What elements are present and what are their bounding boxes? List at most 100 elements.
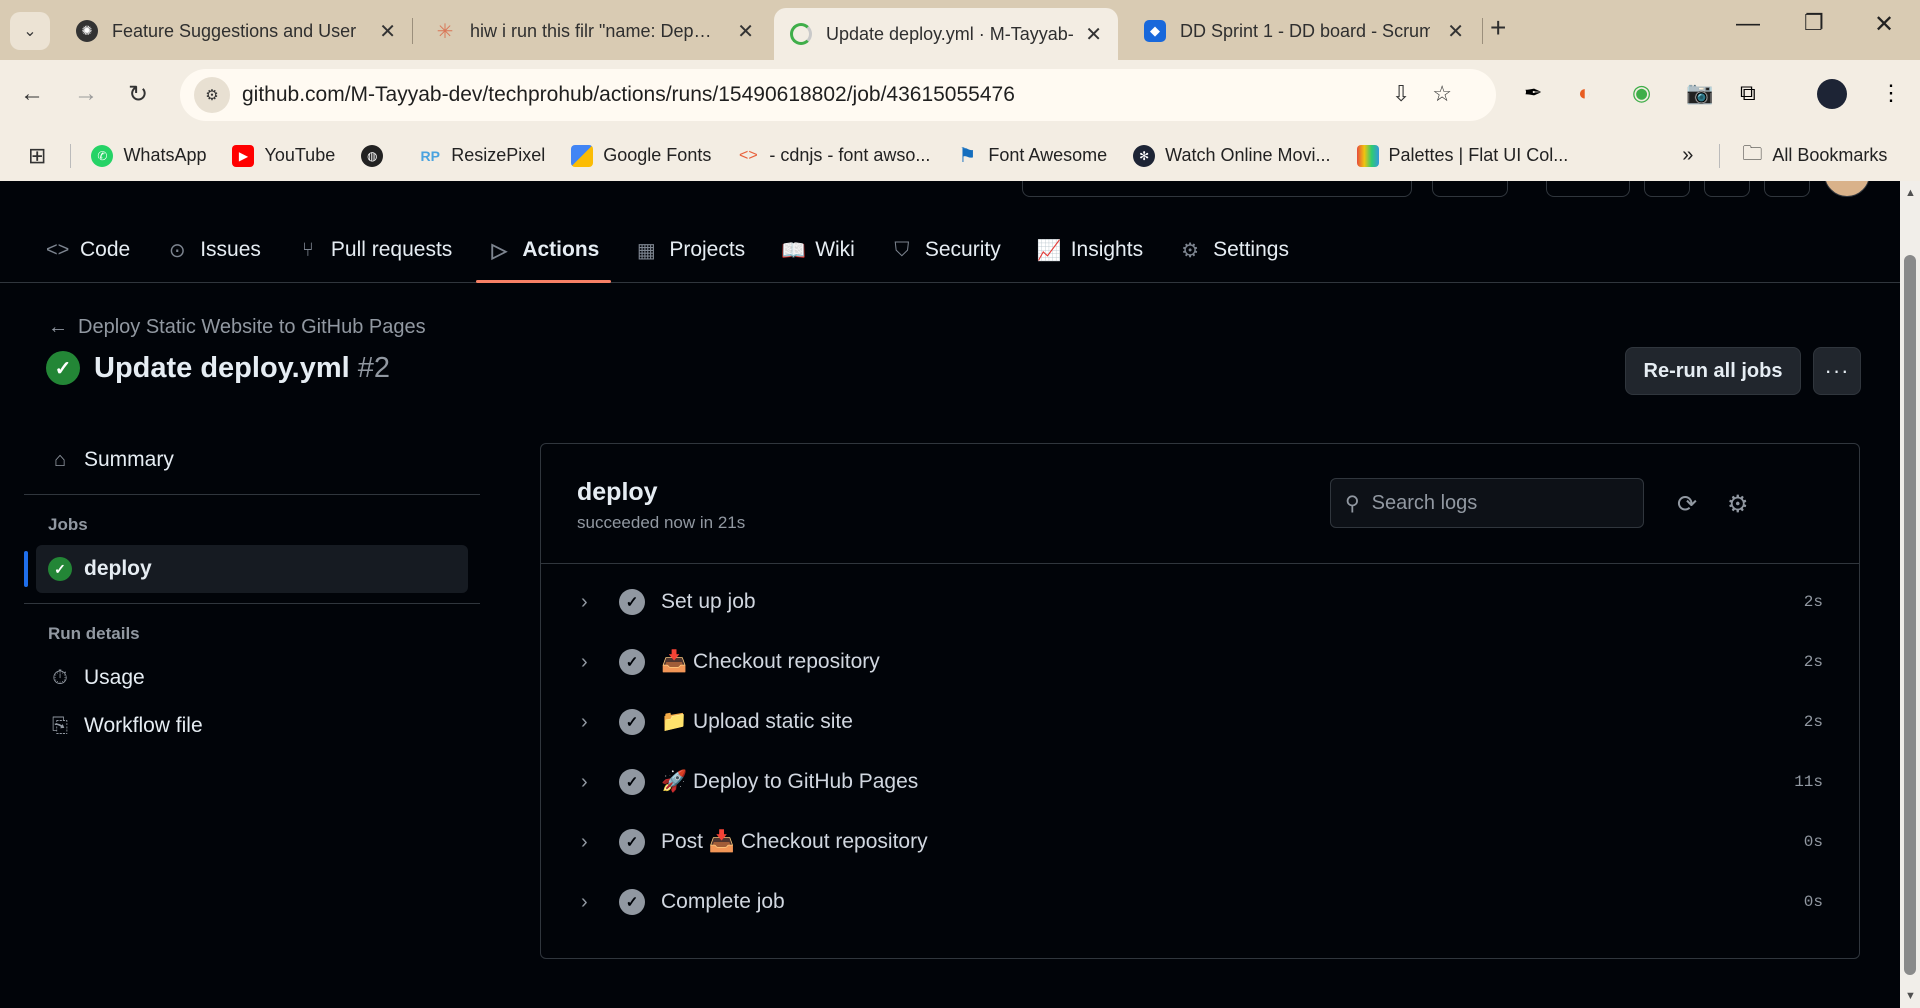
browser-tab[interactable]: ◆ DD Sprint 1 - DD board - Scrum ✕ — [1128, 8, 1480, 54]
url-text[interactable]: github.com/M-Tayyab-dev/techprohub/actio… — [242, 83, 1015, 107]
extension-green-eye-icon[interactable]: ◉ — [1632, 80, 1651, 106]
issues-button[interactable] — [1644, 181, 1690, 197]
back-button[interactable]: ← — [20, 80, 44, 108]
menu-kebab-icon[interactable]: ⋮ — [1880, 80, 1902, 106]
job-step[interactable]: › ✓ Set up job 2s — [541, 572, 1859, 632]
create-new-button[interactable] — [1546, 181, 1630, 197]
bookmark-youtube[interactable]: ▶ YouTube — [232, 144, 335, 167]
all-bookmarks-button[interactable]: 🗀 All Bookmarks — [1742, 139, 1887, 173]
tab-actions[interactable]: ▷ Actions — [476, 225, 612, 283]
address-bar[interactable]: ⚙ github.com/M-Tayyab-dev/techprohub/act… — [180, 69, 1496, 121]
font-awesome-icon: ⚑ — [958, 145, 977, 167]
chevron-right-icon[interactable]: › — [581, 771, 588, 794]
chevron-right-icon[interactable]: › — [581, 831, 588, 854]
bookmark-cdnjs[interactable]: <> - cdnjs - font awso... — [737, 145, 930, 167]
close-icon: ✕ — [1874, 11, 1895, 38]
bookmark-font-awesome[interactable]: ⚑ Font Awesome — [956, 145, 1107, 167]
job-step[interactable]: › ✓ 🚀 Deploy to GitHub Pages 11s — [541, 752, 1859, 812]
workflow-back-link[interactable]: ← Deploy Static Website to GitHub Pages — [48, 316, 426, 339]
profile-avatar[interactable] — [1817, 79, 1847, 109]
more-bookmarks-icon[interactable]: » — [1682, 144, 1693, 167]
new-tab-button[interactable]: + — [1490, 12, 1506, 44]
apps-grid-icon[interactable]: ⊞ — [28, 143, 46, 169]
job-step[interactable]: › ✓ 📁 Upload static site 2s — [541, 692, 1859, 752]
bookmark-resizepixel[interactable]: RP ResizePixel — [419, 145, 545, 167]
scroll-down-arrow-icon[interactable]: ▼ — [1905, 990, 1916, 1002]
reload-button[interactable]: ↻ — [128, 80, 148, 109]
more-options-button[interactable]: ··· — [1813, 347, 1861, 395]
chevron-right-icon[interactable]: › — [581, 591, 588, 614]
tab-wiki[interactable]: 📖 Wiki — [769, 225, 867, 275]
job-step[interactable]: › ✓ Post 📥 Checkout repository 0s — [541, 812, 1859, 872]
tab-settings[interactable]: ⚙ Settings — [1167, 225, 1301, 275]
search-logs-field[interactable]: ⚲ — [1330, 478, 1644, 528]
tab-label: Issues — [200, 238, 261, 261]
bookmark-label: Palettes | Flat UI Col... — [1388, 145, 1569, 165]
job-step[interactable]: › ✓ 📥 Checkout repository 2s — [541, 632, 1859, 692]
install-app-icon[interactable]: ⇩ — [1392, 81, 1432, 106]
plus-icon: + — [1490, 12, 1507, 43]
tab-pull-requests[interactable]: ⑂ Pull requests — [285, 225, 464, 275]
chevron-right-icon[interactable]: › — [581, 651, 588, 674]
restore-button[interactable]: ❐ — [1804, 10, 1824, 36]
workflow-name[interactable]: Deploy Static Website to GitHub Pages — [78, 316, 426, 339]
minimize-button[interactable]: — — [1736, 10, 1760, 38]
tab-code[interactable]: <> Code — [34, 225, 142, 275]
scrollbar-thumb[interactable] — [1904, 255, 1916, 975]
chevron-right-icon[interactable]: › — [581, 711, 588, 734]
job-step[interactable]: › ✓ Complete job 0s — [541, 872, 1859, 932]
search-logs-input[interactable] — [1371, 491, 1632, 515]
extensions-puzzle-icon[interactable]: ⧉ — [1740, 80, 1756, 106]
bookmark-movies[interactable]: ✻ Watch Online Movi... — [1133, 144, 1331, 167]
browser-tab[interactable]: ✳ hiw i run this filr "name: Dep… ✕ — [418, 8, 770, 54]
movie-reel-icon: ✻ — [1133, 144, 1156, 167]
user-avatar[interactable] — [1824, 181, 1870, 197]
refresh-icon[interactable]: ⟳ — [1677, 490, 1697, 519]
extension-orange-icon[interactable]: ◐ — [1578, 80, 1591, 106]
bookmark-whatsapp[interactable]: ✆ WhatsApp — [91, 144, 206, 167]
close-icon[interactable]: ✕ — [727, 19, 754, 44]
arrow-left-icon: ← — [20, 80, 44, 107]
sidebar-item-summary[interactable]: ⌂ Summary — [24, 436, 480, 484]
run-number: #2 — [357, 351, 390, 384]
browser-tab-active[interactable]: Update deploy.yml · M-Tayyab- ✕ — [774, 8, 1118, 60]
tab-issues[interactable]: ⊙ Issues — [154, 225, 273, 275]
bookmark-google-fonts[interactable]: Google Fonts — [571, 144, 711, 167]
run-sidebar: ⌂ Summary Jobs ✓ deploy Run details ⏱ Us… — [24, 436, 480, 750]
step-success-icon: ✓ — [619, 589, 645, 615]
step-success-icon: ✓ — [619, 889, 645, 915]
bookmark-star-icon[interactable]: ☆ — [1432, 81, 1474, 106]
table-icon: ▦ — [636, 239, 656, 262]
sidebar-item-workflow-file[interactable]: ⎘ Workflow file — [24, 702, 480, 750]
pulls-button[interactable] — [1704, 181, 1750, 197]
sidebar-item-usage[interactable]: ⏱ Usage — [24, 654, 480, 702]
bookmark-globe[interactable]: ◍ — [361, 144, 393, 167]
browser-tab[interactable]: ✺ Feature Suggestions and User S ✕ — [60, 8, 412, 54]
close-icon[interactable]: ✕ — [1437, 19, 1464, 44]
forward-button[interactable]: → — [74, 80, 98, 108]
tab-search-button[interactable]: ⌄ — [10, 12, 50, 50]
tab-projects[interactable]: ▦ Projects — [623, 225, 757, 275]
rerun-all-jobs-button[interactable]: Re-run all jobs — [1625, 347, 1801, 395]
tab-security[interactable]: ⛉ Security — [879, 225, 1013, 275]
global-search-box[interactable] — [1022, 181, 1412, 197]
bookmark-flat-ui[interactable]: Palettes | Flat UI Col... — [1356, 144, 1569, 167]
notifications-button[interactable] — [1764, 181, 1810, 197]
job-steps-list: › ✓ Set up job 2s › ✓ 📥 Checkout reposit… — [541, 564, 1859, 932]
camera-icon[interactable]: 📷 — [1686, 80, 1713, 106]
page-scrollbar[interactable]: ▲ ▼ — [1900, 181, 1920, 1008]
chevron-right-icon[interactable]: › — [581, 891, 588, 914]
copilot-button[interactable] — [1432, 181, 1508, 197]
sidebar-item-job-deploy[interactable]: ✓ deploy — [24, 545, 468, 593]
scroll-up-arrow-icon[interactable]: ▲ — [1905, 187, 1916, 199]
step-duration: 2s — [1803, 653, 1823, 671]
graph-icon: 📈 — [1036, 239, 1062, 262]
site-info-icon[interactable]: ⚙ — [194, 77, 230, 113]
tab-insights[interactable]: 📈 Insights — [1025, 225, 1155, 275]
gear-icon[interactable]: ⚙ — [1727, 490, 1749, 519]
close-icon[interactable]: ✕ — [1075, 22, 1102, 47]
tab-label: Pull requests — [330, 238, 453, 261]
close-icon[interactable]: ✕ — [369, 19, 396, 44]
close-window-button[interactable]: ✕ — [1874, 10, 1894, 39]
eyedropper-extension-icon[interactable]: ✒ — [1524, 80, 1542, 106]
